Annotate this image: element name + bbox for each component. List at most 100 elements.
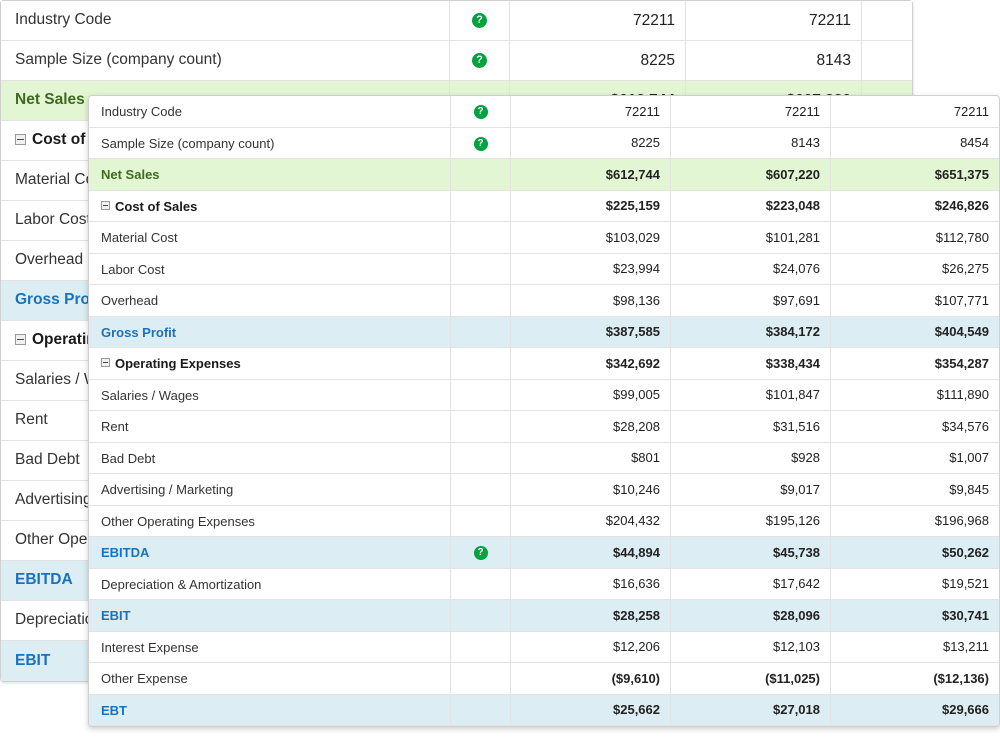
foreground_panel-row-label-ebt: EBT xyxy=(89,694,451,726)
foreground_panel-row-label-net-sales: Net Sales xyxy=(89,159,451,191)
table-row[interactable]: Material Cost $103,029 $101,281 $112,780 xyxy=(89,222,999,254)
row-label-text: EBITDA xyxy=(15,571,73,589)
foreground_panel-row-label-other-operating-expenses: Other Operating Expenses xyxy=(89,505,451,537)
value-cell-v2: $384,172 xyxy=(671,316,831,348)
table-row[interactable]: EBIT $28,258 $28,096 $30,741 xyxy=(89,600,999,632)
value-cell-v2: $223,048 xyxy=(671,190,831,222)
value-cell-v1: $387,585 xyxy=(511,316,671,348)
value-cell-v3: $354,287 xyxy=(831,348,999,380)
help-question-icon[interactable]: ? xyxy=(473,136,488,151)
table-row[interactable]: Overhead $98,136 $97,691 $107,771 xyxy=(89,285,999,317)
value-cell-v1: 8225 xyxy=(511,127,671,159)
help-cell xyxy=(451,568,511,600)
table-row[interactable]: Bad Debt $801 $928 $1,007 xyxy=(89,442,999,474)
row-label-text: EBIT xyxy=(15,651,51,669)
value-cell-v1: $10,246 xyxy=(511,474,671,506)
table-row[interactable]: Sample Size (company count)? 8225 8143 8454 xyxy=(89,127,999,159)
row-label-text: Sample Size (company count) xyxy=(15,51,222,69)
foreground_panel-row-label-gross-profit: Gross Profit xyxy=(89,316,451,348)
value-cell-v1: 72211 xyxy=(510,1,686,41)
row-label-text: Industry Code xyxy=(101,104,182,120)
table-row[interactable]: Other Expense ($9,610) ($11,025) ($12,136) xyxy=(89,663,999,695)
table-row[interactable]: Operating Expenses $342,692 $338,434 $354,2… xyxy=(89,348,999,380)
foreground_panel-row-label-material-cost: Material Cost xyxy=(89,222,451,254)
foreground_panel-row-label-cost-of-sales: Cost of Sales xyxy=(89,190,451,222)
collapse-minus-icon[interactable] xyxy=(101,200,110,210)
background_table-row-label-sample-size-company-count: Sample Size (company count) xyxy=(1,41,450,81)
value-cell-v1: $612,744 xyxy=(511,159,671,191)
value-cell-v2: $101,281 xyxy=(671,222,831,254)
table-row[interactable]: EBT $25,662 $27,018 $29,666 xyxy=(89,694,999,726)
value-cell-v3: $50,262 xyxy=(831,537,999,569)
table-row[interactable]: Net Sales $612,744 $607,220 $651,375 xyxy=(89,159,999,191)
table-row[interactable]: Depreciation & Amortization $16,636$17,64… xyxy=(89,568,999,600)
help-cell: ? xyxy=(451,96,511,128)
value-cell-v1: $12,206 xyxy=(511,631,671,663)
value-cell-v2: $101,847 xyxy=(671,379,831,411)
value-cell-v1: $342,692 xyxy=(511,348,671,380)
value-cell-v3: $29,666 xyxy=(831,694,999,726)
foreground_panel-row-label-ebitda: EBITDA xyxy=(89,537,451,569)
table-row[interactable]: Other Operating Expenses $204,432 $195,126… xyxy=(89,505,999,537)
foreground_panel-row-label-advertising-marketing: Advertising / Marketing xyxy=(89,474,451,506)
table-row[interactable]: Gross Profit $387,585 $384,172 $404,549 xyxy=(89,316,999,348)
value-cell-v3: $13,211 xyxy=(831,631,999,663)
table-row[interactable]: Labor Cost $23,994 $24,076 $26,275 xyxy=(89,253,999,285)
foreground_panel-row-label-operating-expenses: Operating Expenses xyxy=(89,348,451,380)
table-row[interactable]: EBITDA? $44,894 $45,738 $50,262 xyxy=(89,537,999,569)
value-cell-v1: 8225 xyxy=(510,41,686,81)
collapse-minus-icon[interactable] xyxy=(15,133,26,145)
foreground_panel-row-label-industry-code: Industry Code xyxy=(89,96,451,128)
value-cell-v1: $28,208 xyxy=(511,411,671,443)
value-cell-v3: $30,741 xyxy=(831,600,999,632)
value-cell-v1: $98,136 xyxy=(511,285,671,317)
value-cell-v3: $196,968 xyxy=(831,505,999,537)
row-label-text: Industry Code xyxy=(15,11,112,29)
value-cell-v3: $9,845 xyxy=(831,474,999,506)
help-cell xyxy=(451,285,511,317)
value-cell-v2: 72211 xyxy=(671,96,831,128)
row-label-text: Gross Profit xyxy=(101,324,177,340)
row-label-text: Advertising / Marketing xyxy=(101,482,234,498)
value-cell-v2: $17,642 xyxy=(671,568,831,600)
value-cell-v2: $24,076 xyxy=(671,253,831,285)
help-question-icon[interactable]: ? xyxy=(472,52,487,68)
help-question-icon[interactable]: ? xyxy=(473,105,488,120)
help-question-icon[interactable]: ? xyxy=(473,546,488,561)
value-cell-v2: $195,126 xyxy=(671,505,831,537)
background_table-row-label-industry-code: Industry Code xyxy=(1,1,450,41)
value-cell-v2: 72211 xyxy=(686,1,862,41)
value-cell-v3: $34,576 xyxy=(831,411,999,443)
foreground-financial-panel: Industry Code? 72211 72211 72211 Sample Size… xyxy=(88,95,1000,727)
value-cell-v3: 8454 xyxy=(831,127,999,159)
value-cell-v3: $246,826 xyxy=(831,190,999,222)
value-cell-v3: $111,890 xyxy=(831,379,999,411)
row-label-text: EBIT xyxy=(101,608,131,624)
value-cell-v1: $28,258 xyxy=(511,600,671,632)
table-row[interactable]: Rent $28,208 $31,516 $34,576 xyxy=(89,411,999,443)
table-row[interactable]: Industry Code? 72211 72211 xyxy=(1,1,912,41)
row-label-text: Cost of Sales xyxy=(115,198,198,214)
value-cell-v1: 72211 xyxy=(511,96,671,128)
table-row[interactable]: Advertising / Marketing $10,246 $9,017 $9,8… xyxy=(89,474,999,506)
table-row[interactable]: Sample Size (company count)? 8225 8143 xyxy=(1,41,912,81)
collapse-minus-icon[interactable] xyxy=(15,333,26,345)
help-cell xyxy=(451,348,511,380)
row-label-text: EBT xyxy=(101,702,127,718)
table-row[interactable]: Salaries / Wages $99,005 $101,847 $111,890 xyxy=(89,379,999,411)
value-cell-v3: $651,375 xyxy=(831,159,999,191)
table-row[interactable]: Industry Code? 72211 72211 72211 xyxy=(89,96,999,128)
row-label-text: Material Cost xyxy=(101,230,178,246)
table-row[interactable]: Cost of Sales $225,159 $223,048 $246,826 xyxy=(89,190,999,222)
help-cell xyxy=(451,600,511,632)
foreground_panel-row-label-overhead: Overhead xyxy=(89,285,451,317)
row-label-text: Labor Cost xyxy=(101,261,165,277)
value-cell-v1: $23,994 xyxy=(511,253,671,285)
help-question-icon[interactable]: ? xyxy=(472,12,487,28)
foreground_panel-row-label-salaries-wages: Salaries / Wages xyxy=(89,379,451,411)
collapse-minus-icon[interactable] xyxy=(101,358,110,368)
value-cell-v1: $225,159 xyxy=(511,190,671,222)
foreground-financial-table: Industry Code? 72211 72211 72211 Sample Size… xyxy=(89,96,999,726)
table-row[interactable]: Interest Expense $12,206 $12,103 $13,211 xyxy=(89,631,999,663)
value-cell-v1: $99,005 xyxy=(511,379,671,411)
